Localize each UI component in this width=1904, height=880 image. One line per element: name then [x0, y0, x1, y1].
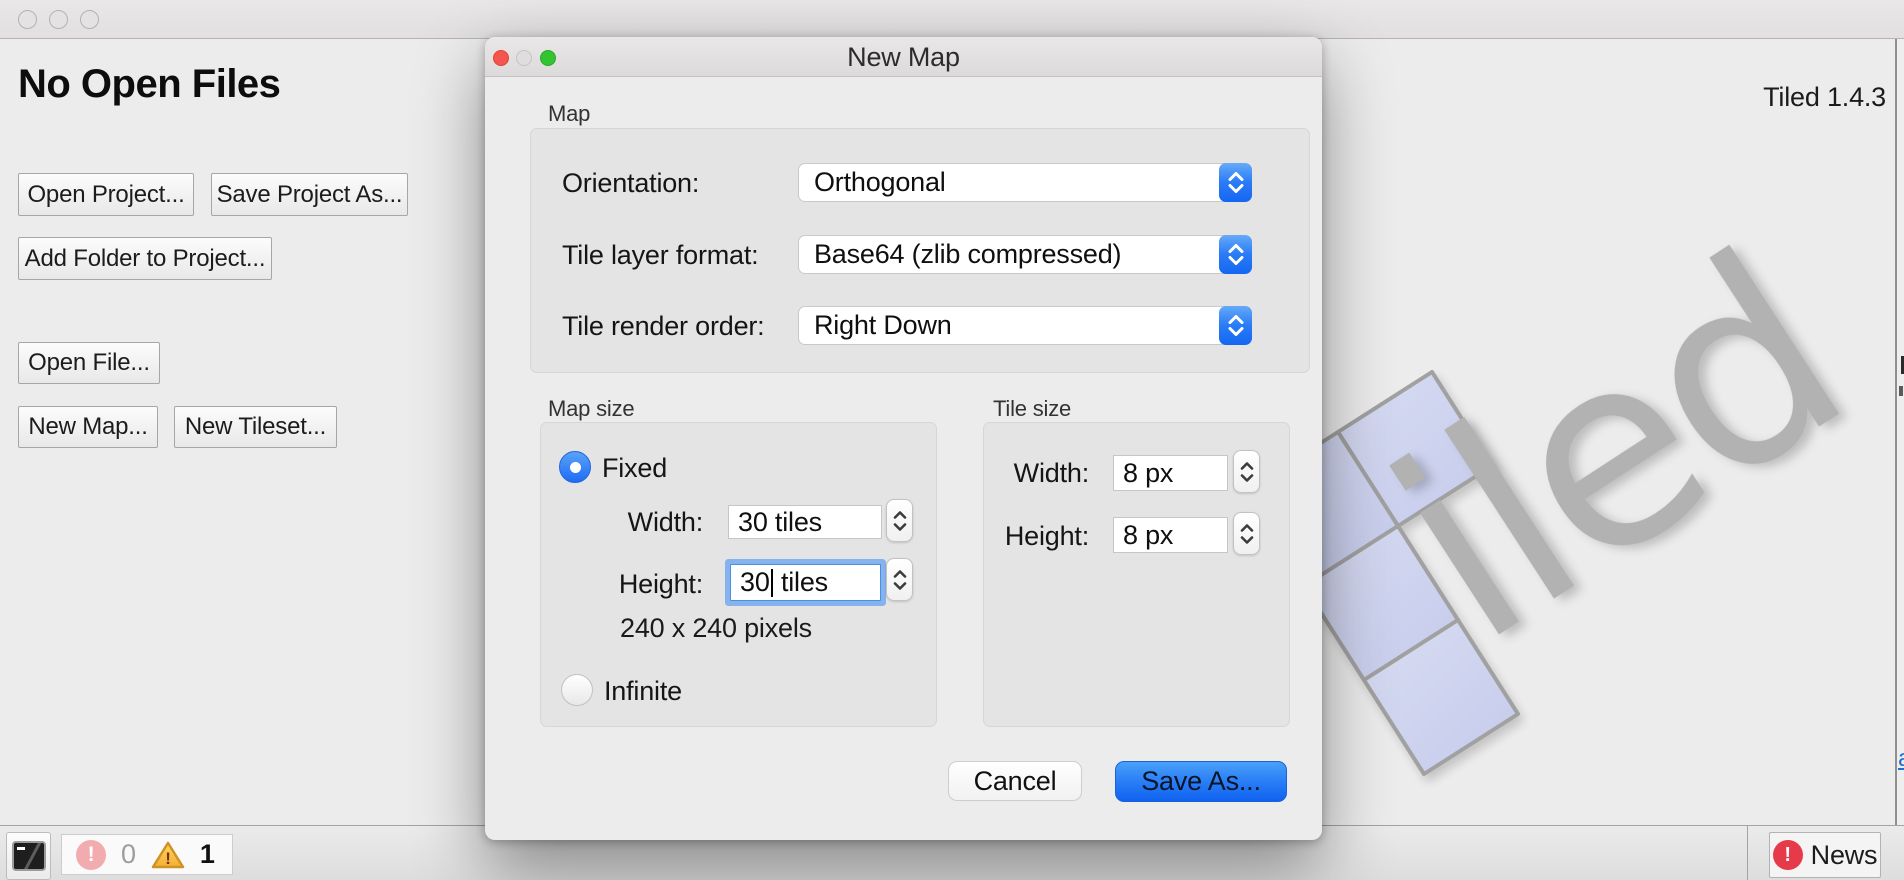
dropdown-arrows-icon[interactable]: [1219, 163, 1252, 202]
infinite-radio-label[interactable]: Infinite: [604, 676, 682, 707]
orientation-label: Orientation:: [562, 168, 699, 199]
add-folder-to-project-button[interactable]: Add Folder to Project...: [18, 237, 272, 280]
map-group-label: Map: [548, 101, 590, 127]
orientation-value: Orthogonal: [814, 167, 946, 197]
map-width-input[interactable]: 30 tiles: [728, 505, 882, 539]
tile-height-input[interactable]: 8 px: [1113, 517, 1228, 553]
svg-text:!: !: [165, 849, 170, 868]
tile-height-stepper[interactable]: [1233, 512, 1260, 555]
dropdown-arrows-icon[interactable]: [1219, 235, 1252, 274]
cancel-button[interactable]: Cancel: [948, 761, 1082, 801]
tile-render-order-select[interactable]: Right Down: [798, 306, 1252, 345]
console-toggle-button[interactable]: [6, 832, 51, 880]
news-alert-icon: !: [1773, 840, 1803, 870]
open-project-button[interactable]: Open Project...: [18, 173, 194, 216]
main-titlebar: [0, 0, 1904, 39]
page-title: No Open Files: [18, 62, 280, 107]
tile-render-order-label: Tile render order:: [562, 311, 765, 342]
dialog-titlebar[interactable]: New Map: [485, 37, 1322, 77]
dialog-zoom-icon[interactable]: [540, 50, 556, 66]
map-height-stepper[interactable]: [886, 558, 913, 601]
new-map-dialog: New Map Map Orientation: Orthogonal Tile…: [485, 37, 1322, 840]
terminal-icon: [12, 841, 46, 871]
edge-link-fragment[interactable]: a: [1898, 745, 1904, 773]
text-cursor: [771, 569, 773, 597]
infinite-radio[interactable]: [561, 674, 593, 706]
warning-icon: !: [151, 840, 185, 870]
dialog-title: New Map: [485, 37, 1322, 77]
tile-layer-format-value: Base64 (zlib compressed): [814, 239, 1121, 269]
issues-counter[interactable]: ! 0 ! 1: [61, 834, 233, 875]
tile-render-order-value: Right Down: [814, 310, 952, 340]
tile-width-stepper[interactable]: [1233, 450, 1260, 493]
error-count: 0: [121, 839, 136, 870]
open-file-button[interactable]: Open File...: [18, 342, 160, 384]
dialog-close-icon[interactable]: [493, 50, 509, 66]
map-width-stepper[interactable]: [886, 499, 913, 542]
new-map-button[interactable]: New Map...: [18, 406, 158, 448]
error-icon: !: [76, 840, 106, 870]
app-version-label: Tiled 1.4.3: [1748, 82, 1886, 113]
map-height-input-focused[interactable]: 30 tiles: [730, 564, 881, 601]
tile-width-input[interactable]: 8 px: [1113, 455, 1228, 491]
watermark-text: iled: [1345, 199, 1887, 701]
save-as-button[interactable]: Save As...: [1115, 761, 1287, 802]
tiled-app-window: iled No Open Files Tiled 1.4.3 Open Proj…: [0, 0, 1904, 880]
fixed-radio[interactable]: [559, 451, 591, 483]
dropdown-arrows-icon[interactable]: [1219, 306, 1252, 345]
right-edge-panel: a: [1895, 39, 1904, 880]
news-button[interactable]: ! News: [1769, 832, 1881, 878]
news-button-label: News: [1811, 840, 1878, 871]
statusbar-separator: [1747, 826, 1748, 880]
zoom-window-icon[interactable]: [80, 10, 99, 29]
edge-glyph: [1899, 386, 1903, 396]
close-window-icon[interactable]: [18, 10, 37, 29]
new-tileset-button[interactable]: New Tileset...: [174, 406, 337, 448]
tile-size-group-label: Tile size: [993, 396, 1071, 422]
tile-layer-format-label: Tile layer format:: [562, 240, 758, 271]
map-pixel-size-label: 240 x 240 pixels: [620, 613, 812, 644]
save-project-as-button[interactable]: Save Project As...: [211, 173, 408, 216]
fixed-radio-label[interactable]: Fixed: [602, 453, 667, 484]
dialog-minimize-icon: [516, 50, 532, 66]
minimize-window-icon[interactable]: [49, 10, 68, 29]
map-height-label: Height:: [603, 569, 703, 600]
tile-width-label: Width:: [980, 458, 1089, 489]
map-size-group-label: Map size: [548, 396, 634, 422]
warning-count: 1: [200, 839, 215, 870]
map-width-label: Width:: [603, 507, 703, 538]
tile-height-label: Height:: [980, 521, 1089, 552]
tile-layer-format-select[interactable]: Base64 (zlib compressed): [798, 235, 1252, 274]
orientation-select[interactable]: Orthogonal: [798, 163, 1252, 202]
